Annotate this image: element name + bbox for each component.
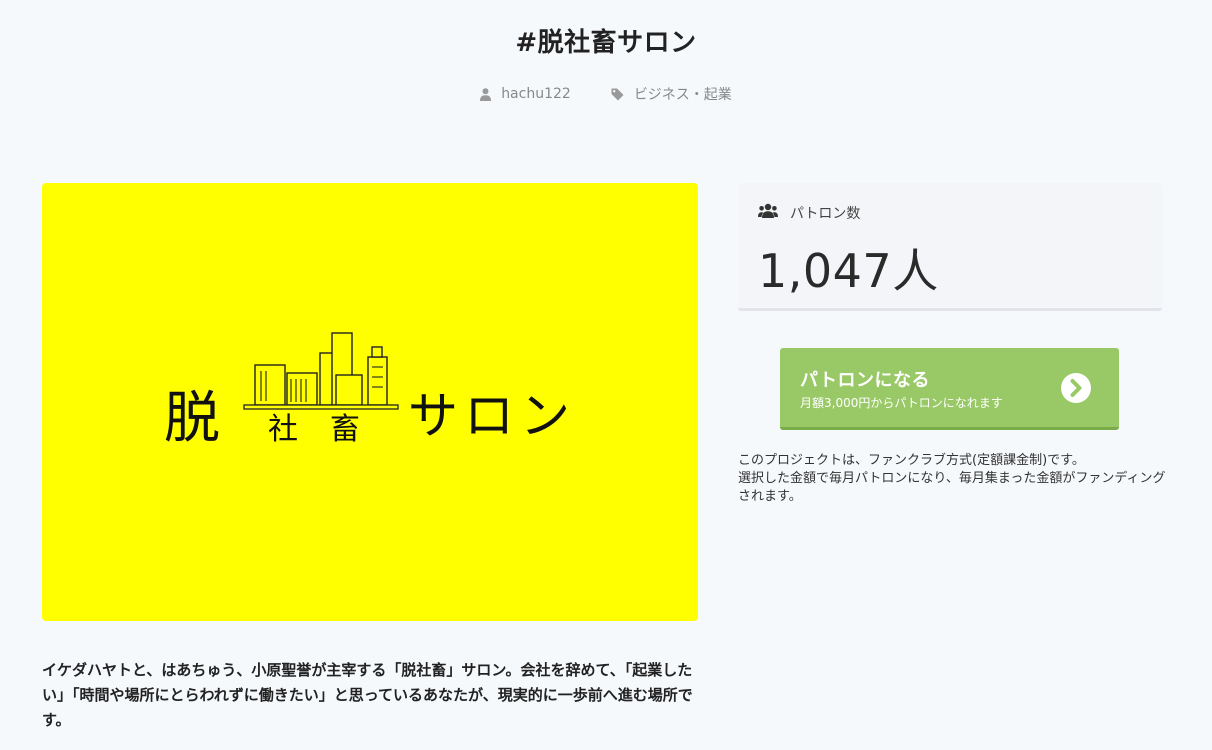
users-icon	[758, 203, 778, 223]
funding-note: このプロジェクトは、ファンクラブ方式(定額課金制)です。 選択した金額で毎月パト…	[738, 452, 1166, 506]
patron-count-label: パトロン数	[790, 206, 861, 222]
funding-note-line2: 選択した金額で毎月パトロンになり、毎月集まった金額がファンディングされます。	[738, 471, 1166, 504]
logo-char-left: 脱	[164, 386, 220, 451]
salon-logo: 脱 社 畜 サロン	[164, 332, 576, 451]
page-title: #脱社畜サロン	[515, 28, 697, 58]
project-meta: hachu122 ビジネス・起業	[0, 84, 1212, 104]
category-link[interactable]: ビジネス・起業	[611, 84, 732, 104]
tag-icon	[611, 88, 624, 101]
logo-char-mid1: 社	[268, 412, 298, 447]
logo-text-right: サロン	[408, 387, 576, 445]
logo-char-mid2: 畜	[330, 412, 360, 447]
funding-note-line1: このプロジェクトは、ファンクラブ方式(定額課金制)です。	[738, 453, 1085, 468]
become-patron-button[interactable]: パトロンになる 月額3,000円からパトロンになれます	[780, 348, 1119, 430]
author-link[interactable]: hachu122	[480, 84, 571, 104]
category-name: ビジネス・起業	[633, 87, 732, 103]
patron-count-value: 1,047人	[758, 244, 939, 298]
user-icon	[480, 87, 492, 101]
patron-count-panel: パトロン数 1,047人	[738, 183, 1162, 311]
chevron-right-circle-icon	[1060, 372, 1092, 408]
project-description: イケダハヤトと、はあちゅう、小原聖誉が主宰する「脱社畜」サロン。会社を辞めて、「…	[42, 661, 693, 729]
become-patron-title: パトロンになる	[800, 370, 931, 391]
project-hero-image: 脱 社 畜 サロン	[42, 183, 698, 621]
author-name: hachu122	[501, 86, 571, 102]
become-patron-subtitle: 月額3,000円からパトロンになれます	[800, 396, 1003, 410]
